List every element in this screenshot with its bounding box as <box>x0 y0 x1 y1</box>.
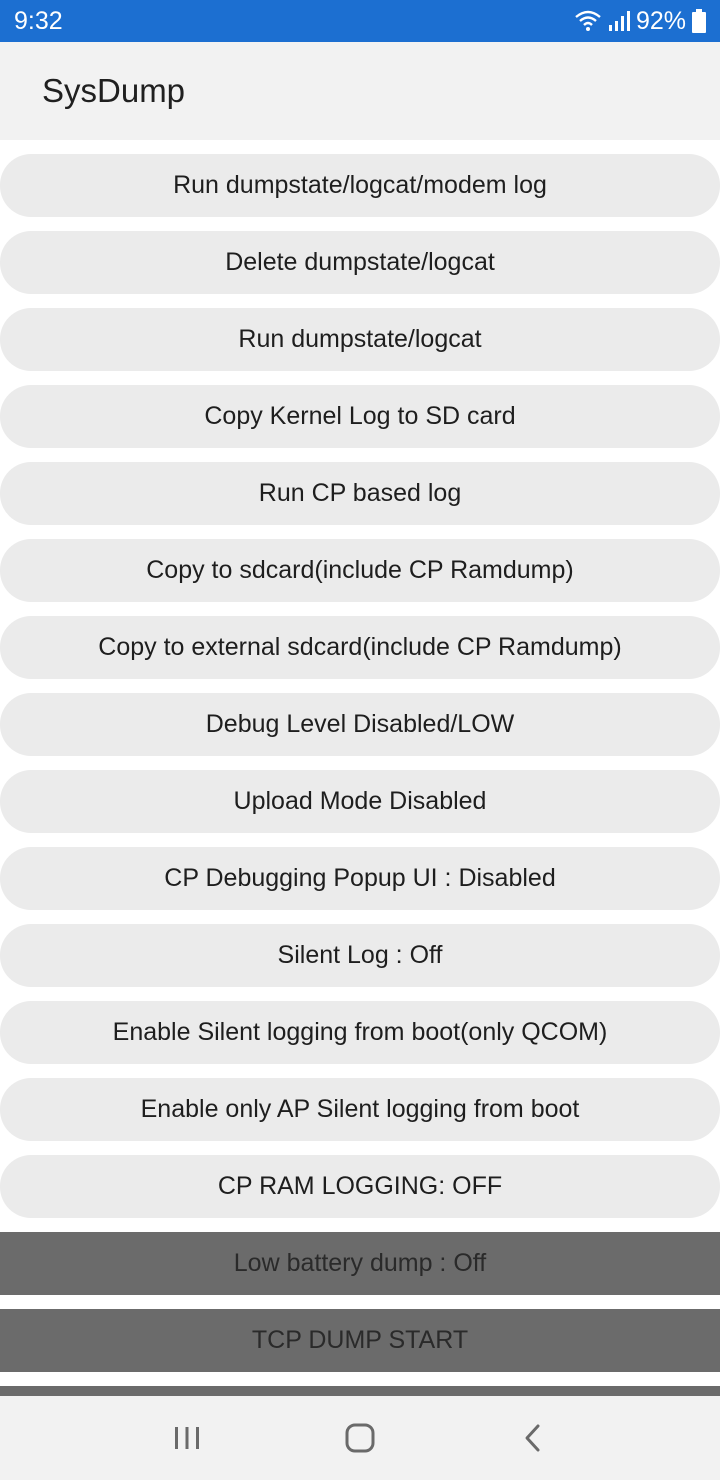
copy-to-external-sdcard-button[interactable]: Copy to external sdcard(include CP Ramdu… <box>0 616 720 679</box>
cp-ram-logging-button[interactable]: CP RAM LOGGING: OFF <box>0 1155 720 1218</box>
delete-dumpstate-logcat-button[interactable]: Delete dumpstate/logcat <box>0 231 720 294</box>
copy-kernel-log-button[interactable]: Copy Kernel Log to SD card <box>0 385 720 448</box>
home-button[interactable] <box>320 1408 400 1468</box>
run-dumpstate-logcat-modem-button[interactable]: Run dumpstate/logcat/modem log <box>0 154 720 217</box>
signal-icon <box>608 10 630 32</box>
low-battery-dump-button[interactable]: Low battery dump : Off <box>0 1232 720 1295</box>
copy-to-sdcard-button[interactable]: Copy to sdcard(include CP Ramdump) <box>0 539 720 602</box>
tcp-dump-start-button[interactable]: TCP DUMP START <box>0 1309 720 1372</box>
back-button[interactable] <box>493 1408 573 1468</box>
silent-log-button[interactable]: Silent Log : Off <box>0 924 720 987</box>
app-bar: SysDump <box>0 42 720 140</box>
back-icon <box>525 1424 540 1452</box>
battery-percent: 92% <box>635 6 686 35</box>
cp-debugging-popup-button[interactable]: CP Debugging Popup UI : Disabled <box>0 847 720 910</box>
recent-apps-icon <box>174 1427 199 1449</box>
upload-mode-button[interactable]: Upload Mode Disabled <box>0 770 720 833</box>
debug-level-button[interactable]: Debug Level Disabled/LOW <box>0 693 720 756</box>
enable-ap-silent-logging-button[interactable]: Enable only AP Silent logging from boot <box>0 1078 720 1141</box>
status-icons: 92% <box>574 7 706 36</box>
app-title: SysDump <box>42 72 186 109</box>
battery-icon <box>692 9 706 33</box>
wifi-icon <box>574 10 602 32</box>
home-icon <box>345 1423 375 1453</box>
status-bar: 9:32 92% <box>0 0 720 42</box>
screen: 9:32 92% SysDump Run dumpstate/logcat/mo… <box>0 0 720 1480</box>
run-dumpstate-logcat-button[interactable]: Run dumpstate/logcat <box>0 308 720 371</box>
run-cp-based-log-button[interactable]: Run CP based log <box>0 462 720 525</box>
recent-apps-button[interactable] <box>147 1408 227 1468</box>
enable-silent-logging-boot-button[interactable]: Enable Silent logging from boot(only QCO… <box>0 1001 720 1064</box>
navigation-bar <box>0 1396 720 1480</box>
status-time: 9:32 <box>14 6 63 35</box>
next-button-partial[interactable] <box>0 1386 720 1396</box>
button-list[interactable]: Run dumpstate/logcat/modem log Delete du… <box>0 140 720 1396</box>
